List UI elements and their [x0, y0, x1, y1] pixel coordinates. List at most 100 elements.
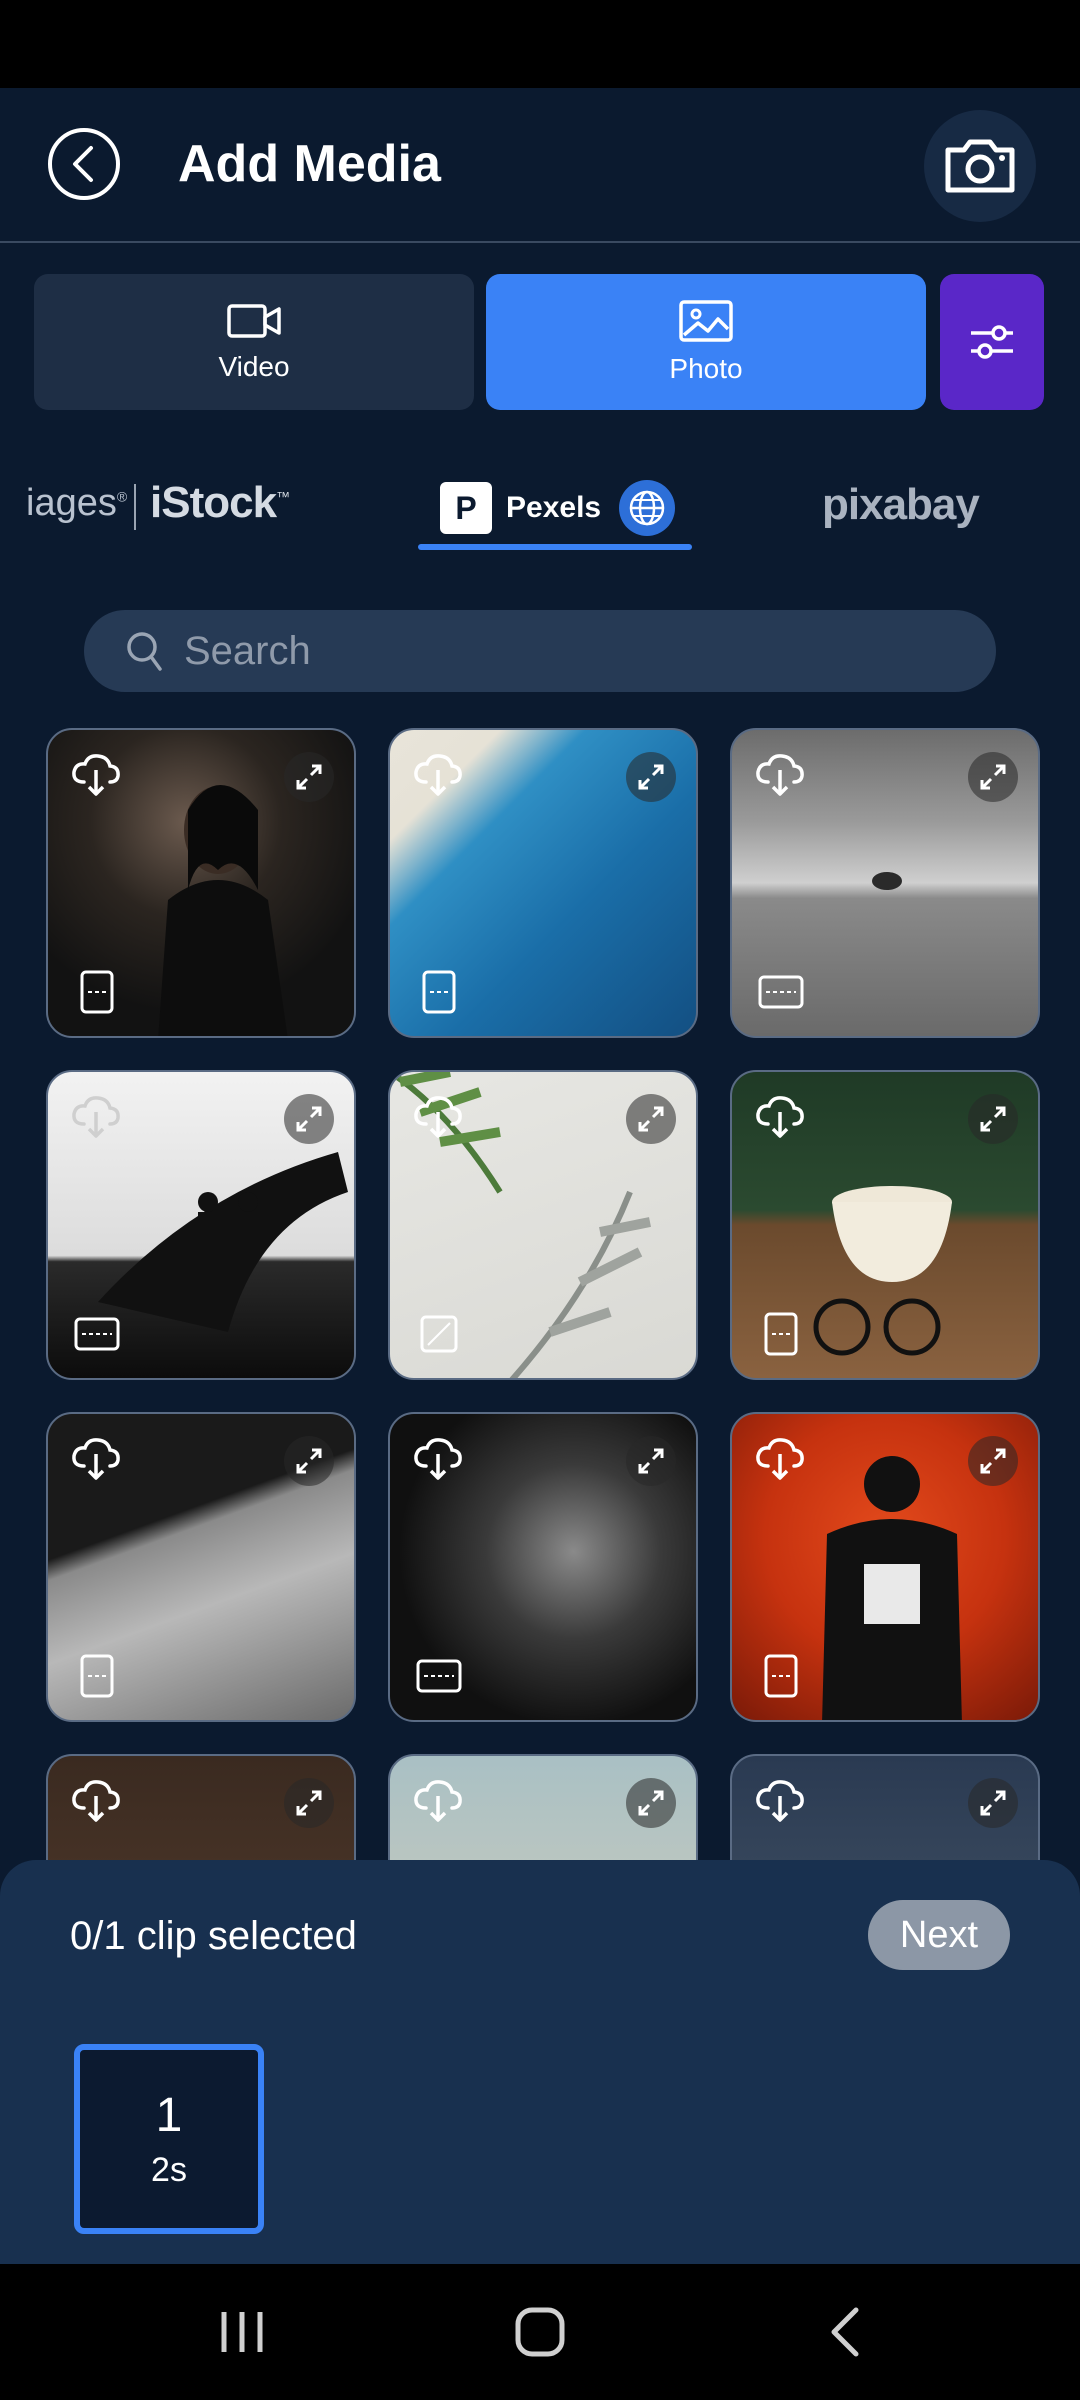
orientation-square-icon — [420, 1315, 458, 1353]
source-divider — [134, 484, 136, 530]
cloud-download-icon[interactable] — [70, 1094, 122, 1140]
coffee-cup — [813, 1186, 952, 1356]
cloud-download-icon[interactable] — [754, 1778, 806, 1824]
photo-tile[interactable] — [730, 1754, 1040, 1860]
search-input[interactable] — [184, 628, 964, 674]
expand-button[interactable] — [968, 752, 1018, 802]
photo-tile[interactable] — [46, 728, 356, 1038]
source-images[interactable]: iages® — [26, 482, 127, 525]
source-pexels[interactable]: P Pexels — [440, 480, 676, 536]
expand-icon — [980, 1106, 1006, 1132]
back-nav-icon[interactable] — [818, 2304, 874, 2360]
pexels-logo: P — [440, 482, 492, 534]
photo-tile[interactable] — [388, 1070, 698, 1380]
cloud-download-icon[interactable] — [412, 1436, 464, 1482]
status-bar — [0, 0, 1080, 88]
expand-button[interactable] — [284, 1094, 334, 1144]
clip-slot-duration: 2s — [151, 2151, 187, 2189]
sliders-icon — [971, 325, 1013, 359]
expand-button[interactable] — [284, 1436, 334, 1486]
next-button[interactable]: Next — [868, 1900, 1010, 1970]
expand-icon — [296, 1106, 322, 1132]
source-pixabay-label: pixabay — [822, 480, 980, 529]
expand-button[interactable] — [284, 1778, 334, 1828]
orientation-landscape-icon — [416, 1659, 462, 1693]
camera-button[interactable] — [924, 110, 1036, 222]
back-button[interactable] — [48, 128, 120, 200]
cloud-download-icon[interactable] — [412, 752, 464, 798]
registered-mark: ® — [116, 488, 128, 505]
source-images-label: iages — [26, 482, 117, 524]
photo-tile[interactable] — [46, 1754, 356, 1860]
system-nav-bar — [0, 2264, 1080, 2400]
expand-button[interactable] — [968, 1778, 1018, 1828]
cloud-download-icon[interactable] — [70, 1778, 122, 1824]
expand-button[interactable] — [626, 752, 676, 802]
expand-button[interactable] — [968, 1436, 1018, 1486]
photo-tile[interactable] — [388, 1412, 698, 1722]
expand-button[interactable] — [284, 752, 334, 802]
home-icon[interactable] — [512, 2304, 568, 2360]
globe-icon[interactable] — [619, 480, 676, 536]
expand-icon — [980, 764, 1006, 790]
recent-apps-icon[interactable] — [214, 2304, 270, 2360]
tab-video[interactable]: Video — [34, 274, 474, 410]
cloud-download-icon[interactable] — [412, 1094, 464, 1140]
expand-icon — [638, 1790, 664, 1816]
expand-button[interactable] — [626, 1094, 676, 1144]
orientation-landscape-icon — [74, 1317, 120, 1351]
photo-tile[interactable] — [46, 1070, 356, 1380]
photo-subject — [158, 785, 288, 1036]
expand-icon — [980, 1790, 1006, 1816]
active-source-indicator — [418, 544, 692, 550]
expand-icon — [638, 764, 664, 790]
photo-tile[interactable] — [730, 1070, 1040, 1380]
orientation-portrait-icon — [764, 1312, 798, 1356]
expand-icon — [296, 1448, 322, 1474]
source-istock[interactable]: iStock™ — [150, 478, 290, 528]
header: Add Media — [0, 88, 1080, 243]
source-tabs: iages® iStock™ P Pexels pixabay — [0, 460, 1080, 560]
cloud-download-icon[interactable] — [412, 1778, 464, 1824]
photo-tile[interactable] — [730, 728, 1040, 1038]
image-icon — [679, 300, 733, 342]
tab-photo[interactable]: Photo — [486, 274, 926, 410]
cloud-download-icon[interactable] — [754, 1094, 806, 1140]
tab-photo-label: Photo — [669, 353, 743, 384]
photo-tile[interactable] — [388, 728, 698, 1038]
orientation-portrait-icon — [80, 1654, 114, 1698]
tree-silhouette — [872, 872, 902, 890]
expand-icon — [296, 764, 322, 790]
orientation-portrait-icon — [80, 970, 114, 1014]
media-type-tabs: Video Photo — [34, 274, 1046, 410]
search-icon — [127, 632, 162, 671]
expand-icon — [980, 1448, 1006, 1474]
search-bar — [84, 610, 996, 692]
source-pexels-label: Pexels — [506, 491, 602, 524]
expand-button[interactable] — [626, 1778, 676, 1828]
cloud-download-icon[interactable] — [70, 1436, 122, 1482]
tab-video-label: Video — [218, 351, 290, 382]
clip-count: 0/1 clip selected — [70, 1914, 357, 1958]
expand-button[interactable] — [968, 1094, 1018, 1144]
filter-button[interactable] — [940, 274, 1044, 410]
trademark-mark: ™ — [276, 488, 290, 505]
expand-icon — [296, 1790, 322, 1816]
cloud-download-icon[interactable] — [754, 1436, 806, 1482]
cloud-download-icon[interactable] — [70, 752, 122, 798]
person-back — [822, 1456, 962, 1720]
photo-grid — [46, 728, 1042, 1860]
expand-button[interactable] — [626, 1436, 676, 1486]
page-title: Add Media — [178, 135, 441, 193]
chevron-left-icon — [73, 146, 93, 182]
photo-tile[interactable] — [46, 1412, 356, 1722]
selection-panel: 0/1 clip selected Next 1 2s — [0, 1860, 1080, 2264]
photo-tile[interactable] — [388, 1754, 698, 1860]
photo-tile[interactable] — [730, 1412, 1040, 1722]
source-pixabay[interactable]: pixabay — [822, 480, 980, 530]
clip-slot[interactable]: 1 2s — [74, 2044, 264, 2234]
source-istock-label: iStock — [150, 478, 277, 527]
clip-slot-number: 1 — [155, 2089, 183, 2142]
expand-icon — [638, 1448, 664, 1474]
cloud-download-icon[interactable] — [754, 752, 806, 798]
